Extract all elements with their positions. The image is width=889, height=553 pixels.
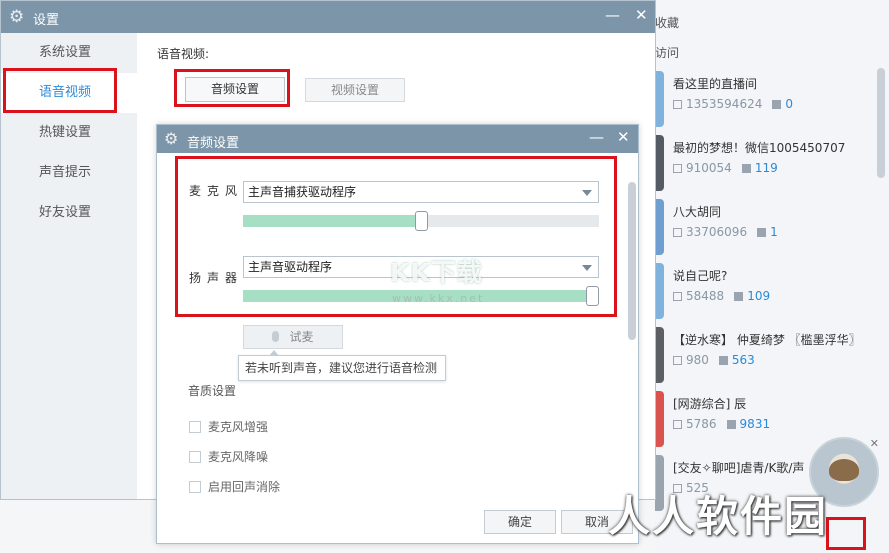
settings-title: 设置 xyxy=(33,13,60,28)
room-title: [网游综合] 辰 xyxy=(673,397,747,411)
room-list-item[interactable]: 看这里的直播间 1353594624 0 xyxy=(655,71,889,135)
room-meta: 33706096 1 xyxy=(673,225,778,239)
room-title: 八大胡同 xyxy=(673,205,722,219)
checkbox-box[interactable] xyxy=(189,421,201,433)
room-list-item[interactable]: 说自己呢? 58488 109 xyxy=(655,263,889,327)
mascot-icon xyxy=(829,459,859,481)
room-id-icon xyxy=(673,356,682,365)
room-id-icon xyxy=(673,100,682,109)
highlight-box xyxy=(3,68,117,113)
checkbox-box[interactable] xyxy=(189,481,201,493)
sidebar-item-friends[interactable]: 好友设置 xyxy=(1,193,137,233)
audio-dialog-titlebar[interactable]: ⚙ 音频设置 — ✕ xyxy=(157,125,638,153)
video-settings-button[interactable]: 视频设置 xyxy=(305,78,405,102)
room-id-icon xyxy=(673,420,682,429)
room-id: 1353594624 xyxy=(686,97,763,111)
visited-header[interactable]: 访问 xyxy=(655,44,679,61)
highlight-box xyxy=(174,69,290,107)
room-meta: 5786 9831 xyxy=(673,417,770,431)
close-icon[interactable]: ✕ xyxy=(635,6,648,24)
mic-boost-checkbox[interactable]: 麦克风增强 xyxy=(189,418,268,435)
gear-icon: ⚙ xyxy=(9,7,25,27)
room-title: [交友✧聊吧]虐青/K歌/声 xyxy=(673,461,805,475)
room-thumbnail xyxy=(655,263,664,319)
checkbox-label: 启用回声消除 xyxy=(208,480,281,494)
user-icon xyxy=(726,420,736,429)
room-thumbnail xyxy=(655,71,664,127)
room-thumbnail xyxy=(655,391,664,447)
settings-titlebar[interactable]: ⚙ 设置 — ✕ xyxy=(1,1,655,33)
room-id-icon xyxy=(673,228,682,237)
room-thumbnail xyxy=(655,199,664,255)
close-icon[interactable]: ✕ xyxy=(870,437,879,450)
ok-button[interactable]: 确定 xyxy=(484,510,556,534)
sidebar-item-sound-alerts[interactable]: 声音提示 xyxy=(1,153,137,193)
room-title: 最初的梦想！微信1005450707 xyxy=(673,141,846,155)
room-id: 980 xyxy=(686,353,709,367)
room-list-scrollbar[interactable] xyxy=(877,68,885,178)
room-title: 说自己呢? xyxy=(673,269,728,283)
room-thumbnail xyxy=(655,327,664,383)
room-online-count: 9831 xyxy=(739,417,771,431)
favorites-header[interactable]: 收藏 xyxy=(655,14,679,31)
room-title: 看这里的直播间 xyxy=(673,77,758,91)
tooltip: 若未听到声音，建议您进行语音检测 xyxy=(238,350,446,381)
room-online-count: 563 xyxy=(731,353,755,367)
section-title: 语音视频: xyxy=(157,47,210,61)
watermark-site: 人人软件园 xyxy=(608,492,829,541)
audio-settings-dialog: ⚙ 音频设置 — ✕ 麦克风 主声音捕获驱动程序 扬声器 主声音驱动程序 试麦 … xyxy=(156,124,639,544)
watermark-url: www.kkx.net xyxy=(392,292,485,305)
user-icon xyxy=(757,228,767,237)
room-id: 58488 xyxy=(686,289,725,303)
room-online-count: 109 xyxy=(747,289,771,303)
gear-icon: ⚙ xyxy=(164,129,179,148)
room-id: 5786 xyxy=(686,417,717,431)
highlight-box xyxy=(826,517,866,550)
room-id-icon xyxy=(673,164,682,173)
room-online-count: 119 xyxy=(754,161,778,175)
room-meta: 910054 119 xyxy=(673,161,778,175)
room-meta: 58488 109 xyxy=(673,289,770,303)
quality-settings-title: 音质设置 xyxy=(188,384,237,398)
noise-reduction-checkbox[interactable]: 麦克风降噪 xyxy=(189,448,268,465)
checkbox-label: 麦克风增强 xyxy=(208,420,269,434)
room-title: 【逆水寒】 仲夏绮梦 〖槛墨浮华〗 xyxy=(673,333,861,347)
room-id-icon xyxy=(673,292,682,301)
room-meta: 980 563 xyxy=(673,353,755,367)
audio-dialog-title: 音频设置 xyxy=(187,136,240,151)
test-mic-button[interactable]: 试麦 xyxy=(243,325,343,349)
room-thumbnail xyxy=(655,135,664,191)
dialog-scrollbar[interactable] xyxy=(628,182,636,340)
minimize-icon[interactable]: — xyxy=(589,128,604,146)
room-list-item[interactable]: 【逆水寒】 仲夏绮梦 〖槛墨浮华〗 980 563 xyxy=(655,327,889,391)
user-icon xyxy=(741,164,751,173)
room-list-item[interactable]: 八大胡同 33706096 1 xyxy=(655,199,889,263)
checkbox-label: 麦克风降噪 xyxy=(208,450,269,464)
room-online-count: 1 xyxy=(770,225,778,239)
room-meta: 1353594624 0 xyxy=(673,97,793,111)
user-icon xyxy=(734,292,744,301)
test-mic-label: 试麦 xyxy=(289,330,314,344)
checkbox-box[interactable] xyxy=(189,451,201,463)
microphone-icon xyxy=(272,331,280,342)
sidebar-item-system[interactable]: 系统设置 xyxy=(1,33,137,73)
room-id: 33706096 xyxy=(686,225,748,239)
sidebar-item-hotkeys[interactable]: 热键设置 xyxy=(1,113,137,153)
room-online-count: 0 xyxy=(785,97,793,111)
user-icon xyxy=(772,100,782,109)
minimize-icon[interactable]: — xyxy=(605,6,620,24)
user-icon xyxy=(718,356,728,365)
watermark-logo: KK下载 xyxy=(390,258,483,287)
room-id: 910054 xyxy=(686,161,732,175)
room-list-item[interactable]: 最初的梦想！微信1005450707 910054 119 xyxy=(655,135,889,199)
echo-cancel-checkbox[interactable]: 启用回声消除 xyxy=(189,478,280,495)
close-icon[interactable]: ✕ xyxy=(617,128,630,146)
